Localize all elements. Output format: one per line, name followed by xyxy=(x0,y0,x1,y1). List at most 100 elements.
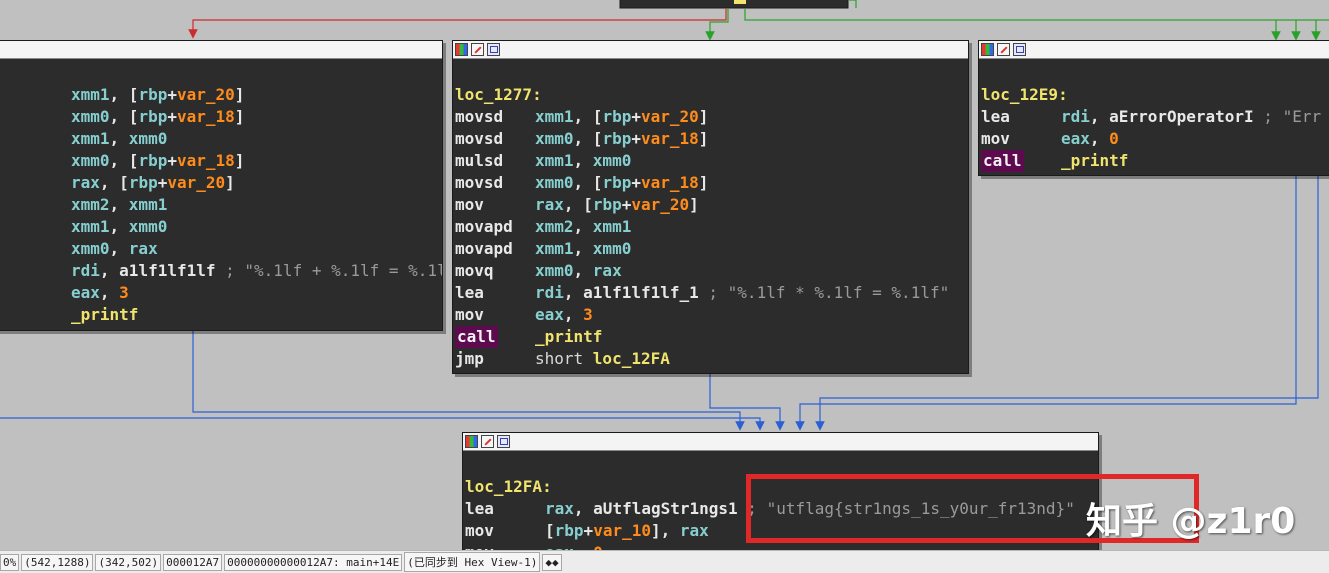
operand[interactable]: xmm1 xyxy=(535,107,574,126)
group-icon[interactable] xyxy=(487,43,500,56)
operand[interactable]: xmm0 xyxy=(593,151,632,170)
operand[interactable]: var_20 xyxy=(631,195,689,214)
operand[interactable]: rdi xyxy=(535,283,564,302)
operand[interactable]: xmm0 xyxy=(71,239,110,258)
operand[interactable]: + xyxy=(167,85,177,104)
instruction-line[interactable]: xmm1, [rbp+var_20] xyxy=(0,84,442,106)
operand[interactable]: , xyxy=(564,283,583,302)
operand[interactable]: xmm1 xyxy=(71,129,110,148)
operand[interactable]: rdi xyxy=(1061,107,1090,126)
instruction-line[interactable]: lea rdi, a1lf1lf1lf_1 ; "%.1lf * %.1lf = … xyxy=(453,282,968,304)
operand[interactable]: + xyxy=(631,129,641,148)
operand[interactable]: rbp xyxy=(555,521,584,540)
operand[interactable]: xmm2 xyxy=(535,217,574,236)
code-block-left[interactable]: xmm1, [rbp+var_20] xmm0, [rbp+var_18] xmm1… xyxy=(0,40,443,331)
label-text[interactable]: loc_12FA: xyxy=(463,477,552,496)
operand[interactable]: , xyxy=(110,129,129,148)
call-mnemonic[interactable]: call xyxy=(455,326,498,348)
operand[interactable]: loc_12FA xyxy=(593,349,670,368)
operand[interactable]: xmm0 xyxy=(535,173,574,192)
color-icon[interactable] xyxy=(465,435,478,448)
color-icon[interactable] xyxy=(455,43,468,56)
operand[interactable]: , xyxy=(100,261,119,280)
instruction-line[interactable]: movapd xmm2, xmm1 xyxy=(453,216,968,238)
operand[interactable]: rbp xyxy=(602,173,631,192)
code-label[interactable]: loc_1277: xyxy=(453,84,968,106)
rename-icon[interactable] xyxy=(471,43,484,56)
operand[interactable]: aUtflagStr1ngs1 xyxy=(593,499,738,518)
operand[interactable]: , [ xyxy=(110,151,139,170)
group-icon[interactable] xyxy=(497,435,510,448)
rename-icon[interactable] xyxy=(481,435,494,448)
operand[interactable]: ] xyxy=(689,195,699,214)
operand[interactable]: eax xyxy=(1061,129,1090,148)
operand[interactable]: , [ xyxy=(564,195,593,214)
instruction-line[interactable]: lea rdi, aErrorOperatorI ; "Err xyxy=(979,106,1329,128)
operand[interactable]: 0 xyxy=(1109,129,1119,148)
label-text[interactable]: loc_12E9: xyxy=(979,85,1068,104)
code-label[interactable]: loc_12E9: xyxy=(979,84,1329,106)
operand[interactable]: 0 xyxy=(593,543,603,550)
operand[interactable]: var_20 xyxy=(641,107,699,126)
mnemonic[interactable]: lea xyxy=(463,498,545,520)
operand[interactable]: var_20 xyxy=(177,85,235,104)
mnemonic[interactable]: call xyxy=(453,326,535,348)
mnemonic[interactable]: mov xyxy=(463,542,545,550)
operand[interactable]: + xyxy=(167,107,177,126)
operand[interactable]: xmm1 xyxy=(535,239,574,258)
mnemonic[interactable]: movsd xyxy=(453,128,535,150)
operand[interactable]: , xyxy=(574,217,593,236)
operand[interactable]: _printf xyxy=(71,305,138,324)
call-mnemonic[interactable]: call xyxy=(981,150,1024,172)
operand[interactable]: xmm2 xyxy=(71,195,110,214)
operand[interactable]: + xyxy=(158,173,168,192)
operand[interactable]: ] xyxy=(699,107,709,126)
operand[interactable]: , [ xyxy=(110,107,139,126)
operand[interactable]: , [ xyxy=(110,85,139,104)
operand[interactable]: ] xyxy=(699,129,709,148)
operand[interactable]: ], xyxy=(651,521,680,540)
rename-icon[interactable] xyxy=(997,43,1010,56)
mnemonic[interactable]: d xyxy=(0,194,71,216)
operand[interactable]: xmm1 xyxy=(129,195,168,214)
instruction-line[interactable]: xmm0, rax xyxy=(0,238,442,260)
operand[interactable]: rbp xyxy=(138,107,167,126)
operand[interactable]: rbp xyxy=(138,151,167,170)
operand[interactable]: eax xyxy=(535,305,564,324)
operand[interactable]: 3 xyxy=(583,305,593,324)
instruction-line[interactable]: dxmm1, xmm0 xyxy=(0,216,442,238)
mnemonic[interactable]: movapd xyxy=(453,216,535,238)
instruction-line[interactable]: moveax, 0 xyxy=(463,542,1098,550)
operand[interactable]: + xyxy=(631,173,641,192)
operand[interactable]: rax xyxy=(593,261,622,280)
operand[interactable]: ] xyxy=(235,107,245,126)
instruction-line[interactable]: mulsd xmm1, xmm0 xyxy=(453,150,968,172)
instruction-line[interactable]: rdi, a1lf1lf1lf ; "%.1lf + %.1lf = %.1lf… xyxy=(0,260,442,282)
operand[interactable]: xmm0 xyxy=(71,151,110,170)
instruction-line[interactable]: movsd xmm0, [rbp+var_18] xyxy=(453,128,968,150)
operand[interactable]: , xyxy=(564,305,583,324)
operand[interactable]: , [ xyxy=(574,129,603,148)
operand[interactable]: , xyxy=(574,151,593,170)
instruction-line[interactable]: xmm0, [rbp+var_18] xyxy=(0,150,442,172)
mnemonic[interactable]: jmp xyxy=(453,348,535,370)
operand[interactable]: xmm1 xyxy=(71,217,110,236)
operand[interactable]: var_18 xyxy=(177,107,235,126)
operand[interactable]: , xyxy=(110,239,129,258)
operand[interactable]: eax xyxy=(71,283,100,302)
operand[interactable]: xmm0 xyxy=(593,239,632,258)
instruction-line[interactable]: eax, 3 xyxy=(0,282,442,304)
operand[interactable]: _printf xyxy=(1061,151,1128,170)
operand[interactable]: xmm1 xyxy=(593,217,632,236)
operand[interactable]: var_18 xyxy=(177,151,235,170)
operand[interactable]: a1lf1lf1lf_1 xyxy=(583,283,699,302)
mnemonic[interactable]: movsd xyxy=(453,172,535,194)
instruction-line[interactable]: movsd xmm0, [rbp+var_18] xyxy=(453,172,968,194)
operand[interactable]: var_10 xyxy=(593,521,651,540)
operand[interactable]: rbp xyxy=(138,85,167,104)
operand[interactable]: + xyxy=(584,521,594,540)
operand[interactable]: rbp xyxy=(129,173,158,192)
operand[interactable]: xmm0 xyxy=(129,129,168,148)
instruction-line[interactable]: _printf xyxy=(0,304,442,326)
mnemonic[interactable]: mulsd xyxy=(453,150,535,172)
